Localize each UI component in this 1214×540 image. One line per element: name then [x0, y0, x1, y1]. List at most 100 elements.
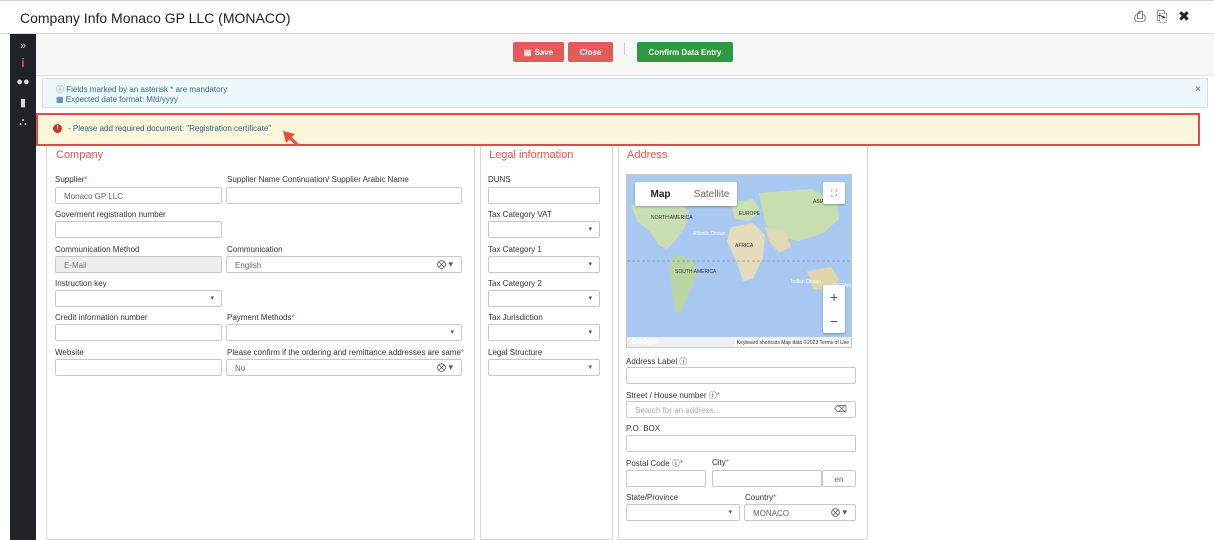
info-circle-icon: ⓘ [56, 85, 64, 94]
expand-icon[interactable]: » [10, 40, 36, 52]
map-label-atlantic: Atlantic Ocean [693, 231, 726, 237]
tax-jurisdiction-select[interactable]: ▾ [488, 324, 600, 341]
supplier-label-text: Supplier [55, 175, 85, 184]
credit-info-input[interactable] [55, 324, 222, 341]
website-input[interactable] [55, 359, 222, 376]
mandatory-note: ⓘ Fields marked by an asterisk * are man… [56, 84, 227, 95]
print-alt-icon[interactable]: ⎘ [1154, 8, 1170, 25]
zoom-controls: + − [823, 285, 845, 333]
map-footer: Google Keyboard shortcuts Map data ©2023… [627, 337, 851, 347]
duns-label: DUNS [488, 175, 511, 184]
address-title: Address [627, 149, 668, 161]
google-logo: Google [631, 337, 659, 346]
users-icon[interactable]: ●● [10, 76, 36, 88]
map-tab-map[interactable]: Map [635, 182, 686, 206]
country-label-text: Country [745, 493, 774, 502]
save-button[interactable]: ▤ Save [513, 42, 564, 62]
clear-icon[interactable]: ⨂ ▾ [437, 259, 453, 270]
info-circle-icon: ⓘ [708, 391, 717, 400]
city-language-addon[interactable]: en [822, 470, 856, 487]
country-label: Country* [745, 493, 777, 502]
chevron-down-icon: ▾ [588, 226, 592, 233]
confirm-addresses-value: No [235, 364, 246, 373]
chevron-down-icon: ▾ [588, 329, 592, 336]
tax1-select[interactable]: ▾ [488, 256, 600, 273]
state-select[interactable]: ▾ [626, 504, 740, 521]
postal-code-label: Postal Code ⓘ* [626, 459, 683, 468]
confirm-addresses-label-text: Please confirm if the ordering and remit… [227, 348, 461, 357]
pobox-input[interactable] [626, 435, 856, 452]
toolbar-divider [624, 43, 625, 55]
duns-input[interactable] [488, 187, 600, 204]
comm-method-input: E-Mail [55, 256, 222, 273]
legal-structure-select[interactable]: ▾ [488, 359, 600, 376]
street-label: Street / House number ⓘ* [626, 391, 720, 400]
clear-icon[interactable]: ⨂ ▾ [831, 507, 847, 518]
tax-vat-select[interactable]: ▾ [488, 221, 600, 238]
address-label-text: Address Label [626, 357, 678, 366]
comm-method-label: Communication Method [55, 245, 140, 254]
street-placeholder: Search for an address... [635, 406, 721, 415]
country-select[interactable]: MONACO ⨂ ▾ [744, 504, 856, 521]
map-label-north-america: NORTH AMERICA [651, 215, 693, 221]
payment-methods-select[interactable]: ▾ [226, 324, 462, 341]
payment-methods-label-text: Payment Methods [227, 313, 292, 322]
info-notice: ⓘ Fields marked by an asterisk * are man… [42, 78, 1208, 108]
address-label-label: Address Label ⓘ [626, 356, 687, 367]
confirm-data-entry-button[interactable]: Confirm Data Entry [637, 42, 733, 62]
communication-select[interactable]: English ⨂ ▾ [226, 256, 462, 273]
action-toolbar: ▤ Save Close Confirm Data Entry [36, 34, 1214, 76]
company-panel: Company [46, 146, 475, 540]
close-button[interactable]: Close [568, 42, 613, 62]
company-title: Company [56, 149, 104, 161]
clear-icon[interactable]: ⨂ ▾ [437, 362, 453, 373]
eraser-icon[interactable]: ⌫ [834, 404, 847, 415]
calendar-icon: ▦ [56, 95, 64, 104]
save-icon: ▤ [523, 47, 532, 57]
street-search-input[interactable]: Search for an address... ⌫ [626, 401, 856, 418]
postal-code-input[interactable] [626, 470, 706, 487]
zoom-in-icon[interactable]: + [823, 285, 845, 309]
payment-methods-label: Payment Methods* [227, 313, 295, 322]
legal-panel: Legal information [480, 146, 613, 540]
window-title: Company Info Monaco GP LLC (MONACO) [20, 10, 291, 26]
book-icon[interactable]: ▮ [10, 96, 36, 109]
confirm-addresses-select[interactable]: No ⨂ ▾ [226, 359, 462, 376]
city-label-text: City [712, 458, 726, 467]
info-close-icon[interactable]: × [1195, 84, 1201, 95]
continuation-input[interactable] [226, 187, 462, 204]
chevron-down-icon: ▾ [210, 295, 214, 302]
tax1-label: Tax Category 1 [488, 245, 542, 254]
date-format-text: Expected date format: M/d/yyyy [65, 95, 178, 104]
print-icon[interactable]: ⎙ [1132, 8, 1148, 25]
info-icon[interactable]: i [10, 56, 36, 70]
tax2-select[interactable]: ▾ [488, 290, 600, 307]
map-attribution[interactable]: Keyboard shortcuts Map data ©2023 Terms … [734, 340, 851, 346]
gov-reg-label: Goverment registration number [55, 210, 166, 219]
pobox-label: P.O. BOX [626, 424, 661, 433]
map-tab-satellite[interactable]: Satellite [686, 182, 737, 206]
fullscreen-icon[interactable]: ⛶ [823, 182, 845, 204]
city-input[interactable] [712, 470, 822, 487]
legal-structure-label: Legal Structure [488, 348, 543, 357]
tax-jurisdiction-label: Tax Jurisdiction [488, 313, 543, 322]
chevron-down-icon: ▾ [728, 509, 732, 516]
info-circle-icon: ⓘ [671, 459, 680, 468]
save-label: Save [534, 47, 554, 57]
cart-icon[interactable]: ⛬ [10, 116, 36, 129]
address-map[interactable]: NORTH AMERICA EUROPE ASIA AFRICA SOUTH A… [626, 174, 852, 348]
address-label-input[interactable] [626, 367, 856, 384]
instruction-key-select[interactable]: ▾ [55, 290, 222, 307]
supplier-input[interactable]: Monaco GP LLC [55, 187, 222, 204]
communication-value: English [235, 261, 262, 270]
gov-reg-input[interactable] [55, 221, 222, 238]
map-label-africa: AFRICA [735, 243, 754, 249]
street-label-text: Street / House number [626, 391, 707, 400]
supplier-label: Supplier* [55, 175, 88, 184]
zoom-out-icon[interactable]: − [823, 309, 845, 333]
tax-vat-label: Tax Category VAT [488, 210, 552, 219]
chevron-down-icon: ▾ [588, 364, 592, 371]
website-label: Website [55, 348, 84, 357]
communication-label: Communication [227, 245, 283, 254]
close-icon[interactable]: ✖ [1176, 8, 1192, 25]
